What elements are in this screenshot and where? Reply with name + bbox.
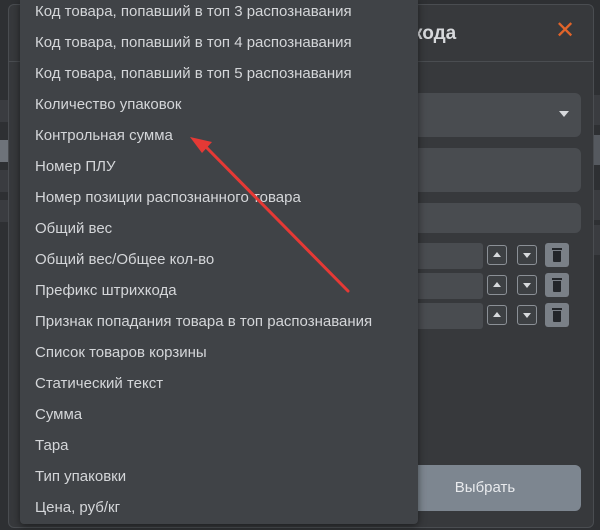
move-up-button[interactable]	[487, 275, 507, 295]
dropdown-option[interactable]: Префикс штрихкода	[35, 275, 415, 306]
secondary-input[interactable]	[413, 203, 581, 233]
delete-button[interactable]	[545, 303, 569, 327]
trash-icon-body	[553, 281, 561, 292]
close-icon[interactable]: ✕	[553, 19, 577, 43]
dropdown-option[interactable]: Номер позиции распознанного товара	[35, 182, 415, 213]
arrow-up-icon	[493, 312, 501, 317]
list-row-field[interactable]	[413, 303, 483, 329]
arrow-down-icon	[523, 283, 531, 288]
trash-icon	[552, 278, 562, 280]
delete-button[interactable]	[545, 273, 569, 297]
dropdown-option[interactable]: Тара	[35, 430, 415, 461]
arrow-up-icon	[493, 252, 501, 257]
dropdown-option[interactable]: Цена, руб/кг	[35, 492, 415, 523]
trash-icon	[552, 248, 562, 250]
arrow-up-icon	[493, 282, 501, 287]
dropdown-option[interactable]: Номер ПЛУ	[35, 151, 415, 182]
dropdown-option[interactable]: Тип упаковки	[35, 461, 415, 492]
move-down-button[interactable]	[517, 245, 537, 265]
dialog-title: кода	[413, 23, 457, 44]
dropdown-menu: Код товара, попавший в топ 3 распознаван…	[20, 0, 418, 524]
dropdown-option[interactable]: Код товара, попавший в топ 4 распознаван…	[35, 27, 415, 58]
chevron-down-icon	[559, 111, 569, 117]
move-down-button[interactable]	[517, 275, 537, 295]
move-up-button[interactable]	[487, 245, 507, 265]
dropdown-option[interactable]: Статический текст	[35, 368, 415, 399]
screen: кода ✕ Выбрать Код товара, попавший в то…	[0, 0, 600, 530]
list-row-field[interactable]	[413, 273, 483, 299]
dropdown-option[interactable]: Количество упаковок	[35, 89, 415, 120]
dropdown-option-checksum[interactable]: Контрольная сумма	[35, 120, 415, 151]
value-input[interactable]	[413, 148, 581, 192]
move-up-button[interactable]	[487, 305, 507, 325]
dropdown-option[interactable]: Сумма	[35, 399, 415, 430]
arrow-down-icon	[523, 253, 531, 258]
arrow-down-icon	[523, 313, 531, 318]
list-row-field[interactable]	[413, 243, 483, 269]
trash-icon	[552, 308, 562, 310]
trash-icon-body	[553, 311, 561, 322]
trash-icon-body	[553, 251, 561, 262]
dropdown-option[interactable]: Общий вес	[35, 213, 415, 244]
dropdown-option[interactable]: Общий вес/Общее кол-во	[35, 244, 415, 275]
dropdown-option[interactable]: Код товара, попавший в топ 5 распознаван…	[35, 58, 415, 89]
dropdown-option[interactable]: Признак попадания товара в топ распознав…	[35, 306, 415, 337]
dropdown-option[interactable]: Код товара, попавший в топ 3 распознаван…	[35, 0, 415, 27]
dropdown-option[interactable]: Список товаров корзины	[35, 337, 415, 368]
move-down-button[interactable]	[517, 305, 537, 325]
delete-button[interactable]	[545, 243, 569, 267]
field-type-select[interactable]	[413, 93, 581, 137]
